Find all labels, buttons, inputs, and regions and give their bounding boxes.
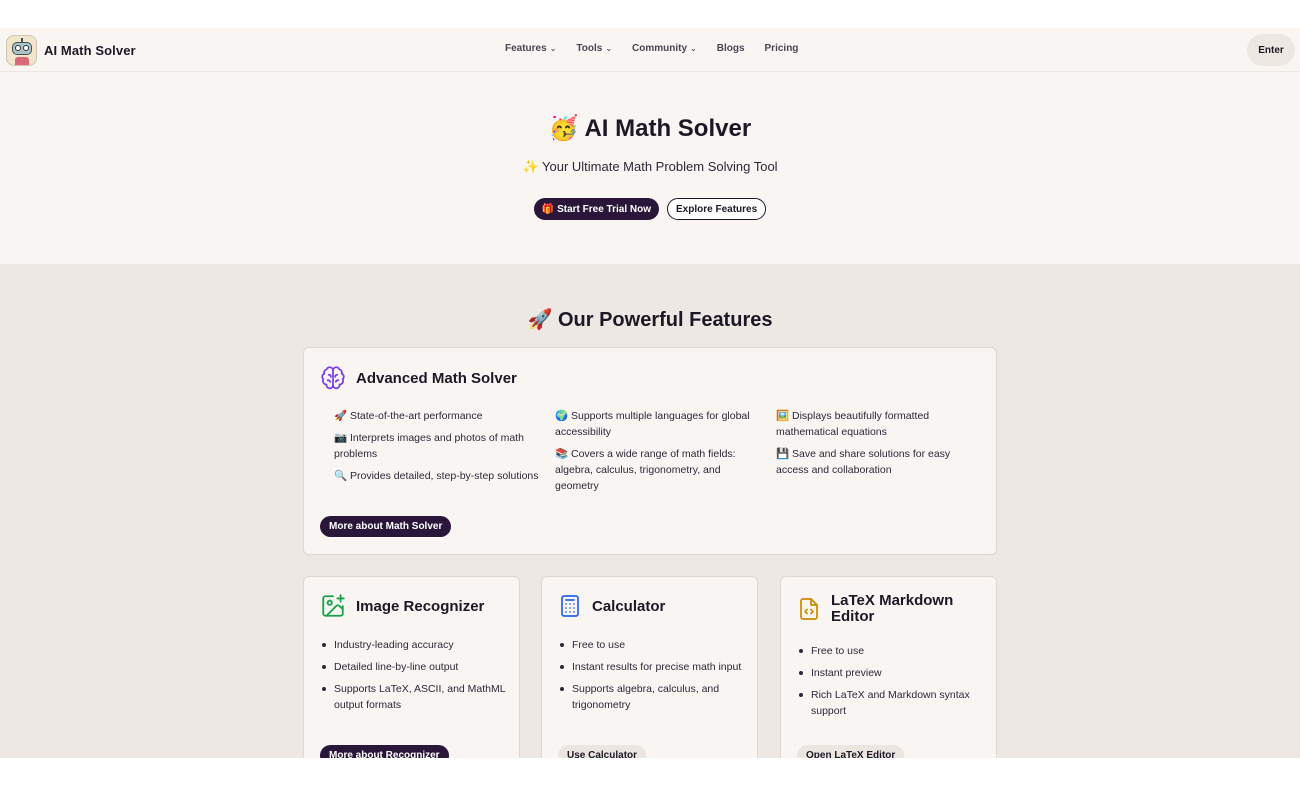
list-item: Supports LaTeX, ASCII, and MathML output… <box>320 681 510 713</box>
card-title: Calculator <box>592 597 666 615</box>
brand[interactable]: AI Math Solver <box>6 35 136 66</box>
brand-name: AI Math Solver <box>44 43 136 58</box>
menu-item-label: Blogs <box>716 43 745 54</box>
code-file-icon <box>797 596 821 622</box>
explore-features-button[interactable]: Explore Features <box>667 198 767 220</box>
robot-logo-icon <box>6 35 37 66</box>
calculator-icon <box>558 593 582 619</box>
card-header: Image Recognizer <box>320 593 484 619</box>
feature-item: 🖼️ Displays beautifully formatted mathem… <box>776 410 930 438</box>
bullet-list: Free to use Instant results for precise … <box>558 637 748 719</box>
brain-icon <box>320 365 346 391</box>
image-recognizer-card: Image Recognizer Industry-leading accura… <box>303 576 520 758</box>
card-header: LaTeX Markdown Editor <box>797 593 971 625</box>
card-title: Advanced Math Solver <box>356 369 517 387</box>
hero-subtitle: ✨ Your Ultimate Math Problem Solving Too… <box>522 159 778 174</box>
menu-item-tools[interactable]: Tools ⌄ <box>576 43 612 54</box>
feature-item: 📷 Interprets images and photos of math p… <box>334 432 524 460</box>
card-title: Image Recognizer <box>356 597 485 615</box>
list-item: Industry-leading accuracy <box>320 637 510 653</box>
feature-item: 💾 Save and share solutions for easy acce… <box>776 448 951 476</box>
page-viewport: AI Math Solver Features ⌄ Tools ⌄ Commun… <box>0 28 1300 758</box>
list-item: Detailed line-by-line output <box>320 659 510 675</box>
use-calculator-button[interactable]: Use Calculator <box>558 745 647 758</box>
list-item: Instant results for precise math input <box>558 659 748 675</box>
list-item: Instant preview <box>797 665 987 681</box>
menu-item-label: Tools <box>576 43 603 54</box>
feature-column: 🚀 State-of-the-art performance 📷 Interpr… <box>334 408 555 500</box>
enter-button[interactable]: Enter <box>1247 34 1295 66</box>
main-menu: Features ⌄ Tools ⌄ Community ⌄ Blogs Pri… <box>505 43 818 54</box>
feature-item: 📚 Covers a wide range of math fields: al… <box>555 448 736 492</box>
feature-item: 🌍 Supports multiple languages for global… <box>555 410 750 438</box>
card-header: Calculator <box>558 593 665 619</box>
menu-item-label: Pricing <box>764 43 799 54</box>
card-title: LaTeX Markdown Editor <box>831 592 954 625</box>
hero-cta-group: 🎁 Start Free Trial Now Explore Features <box>0 198 1300 220</box>
menu-item-label: Features <box>505 43 547 54</box>
latex-editor-card: LaTeX Markdown Editor Free to use Instan… <box>780 576 997 758</box>
list-item: Free to use <box>558 637 748 653</box>
feature-columns: 🚀 State-of-the-art performance 📷 Interpr… <box>334 408 997 500</box>
top-nav: AI Math Solver Features ⌄ Tools ⌄ Commun… <box>0 28 1300 72</box>
feature-item: 🚀 State-of-the-art performance <box>334 410 483 422</box>
feature-item: 🔍 Provides detailed, step-by-step soluti… <box>334 470 539 482</box>
more-about-recognizer-button[interactable]: More about Recognizer <box>320 745 449 758</box>
chevron-down-icon: ⌄ <box>605 44 613 53</box>
menu-item-pricing[interactable]: Pricing <box>765 43 799 54</box>
menu-item-blogs[interactable]: Blogs <box>717 43 745 54</box>
features-title: 🚀 Our Powerful Features <box>527 309 773 331</box>
menu-item-features[interactable]: Features ⌄ <box>505 43 556 54</box>
hero-title: 🥳 AI Math Solver <box>548 115 752 142</box>
open-latex-editor-button[interactable]: Open LaTeX Editor <box>797 745 905 758</box>
bullet-list: Industry-leading accuracy Detailed line-… <box>320 637 510 719</box>
chevron-down-icon: ⌄ <box>549 44 557 53</box>
feature-column: 🖼️ Displays beautifully formatted mathem… <box>776 408 997 500</box>
bullet-list: Free to use Instant preview Rich LaTeX a… <box>797 643 987 725</box>
list-item: Free to use <box>797 643 987 659</box>
more-about-math-solver-button[interactable]: More about Math Solver <box>320 516 452 537</box>
menu-item-label: Community <box>632 43 688 54</box>
math-solver-card: Advanced Math Solver 🚀 State-of-the-art … <box>303 347 997 555</box>
list-item: Supports algebra, calculus, and trigonom… <box>558 681 748 713</box>
menu-item-community[interactable]: Community ⌄ <box>632 43 697 54</box>
hero-section: 🥳 AI Math Solver ✨ Your Ultimate Math Pr… <box>0 72 1300 264</box>
list-item: Rich LaTeX and Markdown syntax support <box>797 687 987 719</box>
calculator-card: Calculator Free to use Instant results f… <box>541 576 758 758</box>
image-plus-icon <box>320 593 346 619</box>
chevron-down-icon: ⌄ <box>690 44 697 53</box>
start-free-trial-button[interactable]: 🎁 Start Free Trial Now <box>533 198 659 220</box>
feature-column: 🌍 Supports multiple languages for global… <box>555 408 776 500</box>
card-header: Advanced Math Solver <box>320 365 517 391</box>
